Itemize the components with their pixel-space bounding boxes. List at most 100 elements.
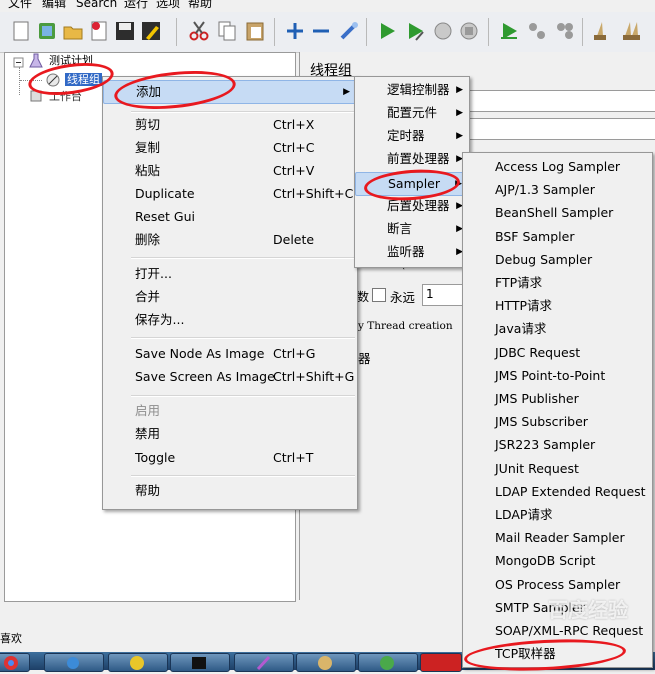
forever-checkbox[interactable] [372, 288, 386, 302]
menu-item-help[interactable]: 帮助 [103, 480, 357, 502]
start-icon[interactable] [376, 20, 398, 42]
save-as-icon[interactable] [140, 20, 162, 42]
menu-item-copy[interactable]: 复制 Ctrl+C [103, 137, 357, 159]
menubar: 文件 编辑 Search 运行 选项 帮助 [0, 0, 655, 12]
sampler-item-label: JMS Publisher [495, 391, 579, 406]
submenu-item-config-element[interactable]: 配置元件 ▶ [355, 102, 469, 124]
forever-label: 永远 [390, 290, 416, 305]
sampler-item[interactable]: Access Log Sampler [463, 156, 652, 178]
menu-item-toggle[interactable]: Toggle Ctrl+T [103, 447, 357, 469]
menu-options[interactable]: 选项 [156, 0, 180, 10]
sampler-item[interactable]: Debug Sampler [463, 249, 652, 271]
sampler-item[interactable]: LDAP请求 [463, 504, 652, 526]
menu-search[interactable]: Search [76, 0, 117, 10]
open-icon[interactable] [62, 20, 84, 42]
sampler-item-label: JUnit Request [495, 460, 579, 476]
sampler-item-label: JMS Subscriber [495, 414, 588, 430]
taskbar-app-icon[interactable] [108, 653, 168, 672]
sampler-item[interactable]: JMS Subscriber [463, 411, 652, 433]
remove-icon[interactable] [310, 20, 332, 42]
menu-item-paste[interactable]: 粘贴 Ctrl+V [103, 160, 357, 182]
new-icon[interactable] [10, 20, 32, 42]
menu-item-save-as[interactable]: 保存为... [103, 309, 357, 331]
templates-icon[interactable] [36, 20, 58, 42]
menu-edit[interactable]: 编辑 [42, 0, 66, 10]
menu-item-delete[interactable]: 删除 Delete [103, 229, 357, 251]
sampler-item-label: OS Process Sampler [495, 576, 621, 592]
copy-icon[interactable] [216, 20, 238, 42]
sampler-item[interactable]: JMS Publisher [463, 388, 652, 410]
menu-run[interactable]: 运行 [124, 0, 148, 10]
toggle-icon[interactable] [338, 20, 360, 42]
submenu-arrow-icon: ▶ [456, 85, 463, 95]
toolbar-separator [366, 18, 367, 46]
sampler-item-label: BSF Sampler [495, 228, 575, 244]
taskbar-cmd-icon[interactable] [170, 653, 230, 672]
submenu-arrow-icon: ▶ [343, 87, 350, 97]
taskbar-app-icon[interactable] [420, 653, 462, 672]
menu-separator [131, 337, 355, 339]
remote-stop-icon[interactable] [526, 20, 548, 42]
sampler-item[interactable]: OS Process Sampler [463, 574, 652, 596]
taskbar-paint-icon[interactable] [296, 653, 356, 672]
menu-item-merge[interactable]: 合并 [103, 286, 357, 308]
close-icon[interactable] [88, 20, 110, 42]
sampler-item[interactable]: HTTP请求 [463, 295, 652, 317]
sampler-item[interactable]: Java请求 [463, 318, 652, 340]
menu-item-disable[interactable]: 禁用 [103, 423, 357, 445]
remote-shutdown-icon[interactable] [554, 20, 576, 42]
comments-field[interactable] [468, 118, 655, 140]
menu-item-reset-gui[interactable]: Reset Gui [103, 206, 357, 228]
taskbar-refresh-icon[interactable] [358, 653, 418, 672]
sampler-item[interactable]: JDBC Request [463, 342, 652, 364]
clear-icon[interactable] [590, 20, 612, 42]
taskbar-chrome-icon[interactable] [0, 653, 30, 672]
submenu-item-pre-processor[interactable]: 前置处理器 ▶ [355, 148, 469, 170]
sampler-item[interactable]: JMS Point-to-Point [463, 365, 652, 387]
submenu-item-assertion[interactable]: 断言 ▶ [355, 218, 469, 240]
menu-item-save-screen-image[interactable]: Save Screen As Image Ctrl+Shift+G [103, 366, 357, 388]
sampler-item-label: Access Log Sampler [495, 159, 621, 174]
sampler-item-label: BeanShell Sampler [495, 205, 614, 221]
sampler-item-label: Java请求 [495, 321, 547, 337]
remote-start-icon[interactable] [498, 20, 520, 42]
test-plan-icon [29, 53, 43, 68]
sampler-item[interactable]: BeanShell Sampler [463, 202, 652, 224]
save-icon[interactable] [114, 20, 136, 42]
cut-icon[interactable] [188, 20, 210, 42]
stop-icon[interactable] [432, 20, 454, 42]
sampler-item[interactable]: JSR223 Sampler [463, 434, 652, 456]
sampler-item[interactable]: MongoDB Script [463, 550, 652, 572]
start-no-pause-icon[interactable] [404, 20, 426, 42]
menu-file[interactable]: 文件 [8, 0, 32, 10]
toolbar-separator [582, 18, 583, 46]
menu-separator [131, 111, 355, 113]
sampler-item[interactable]: JUnit Request [463, 458, 652, 480]
submenu-item-listener[interactable]: 监听器 ▶ [355, 241, 469, 263]
shutdown-icon[interactable] [458, 20, 480, 42]
menu-item-save-node-image[interactable]: Save Node As Image Ctrl+G [103, 343, 357, 365]
menu-help[interactable]: 帮助 [188, 0, 212, 10]
submenu-item-logic-controller[interactable]: 逻辑控制器 ▶ [355, 79, 469, 101]
sampler-item[interactable]: FTP请求 [463, 272, 652, 294]
sampler-item[interactable]: LDAP Extended Request [463, 481, 652, 503]
sampler-item[interactable]: BSF Sampler [463, 226, 652, 248]
sampler-item[interactable]: AJP/1.3 Sampler [463, 179, 652, 201]
loop-count-field[interactable]: 1 [422, 284, 464, 306]
paste-icon[interactable] [244, 20, 266, 42]
submenu-arrow-icon: ▶ [456, 131, 463, 141]
sampler-item[interactable]: Mail Reader Sampler [463, 527, 652, 549]
taskbar-ie-icon[interactable] [44, 653, 104, 672]
sampler-item-label: FTP请求 [495, 275, 543, 290]
taskbar-feather-icon[interactable] [234, 653, 294, 672]
name-field[interactable] [468, 90, 655, 112]
menu-item-open[interactable]: 打开... [103, 263, 357, 285]
toolbar-separator [274, 18, 275, 46]
menu-item-cut[interactable]: 剪切 Ctrl+X [103, 114, 357, 136]
add-icon[interactable] [284, 20, 306, 42]
submenu-item-timer[interactable]: 定时器 ▶ [355, 125, 469, 147]
menu-item-duplicate[interactable]: Duplicate Ctrl+Shift+C [103, 183, 357, 205]
sampler-item-label: JSR223 Sampler [495, 437, 596, 453]
toolbar-separator [176, 18, 177, 46]
clear-all-icon[interactable] [620, 20, 642, 42]
